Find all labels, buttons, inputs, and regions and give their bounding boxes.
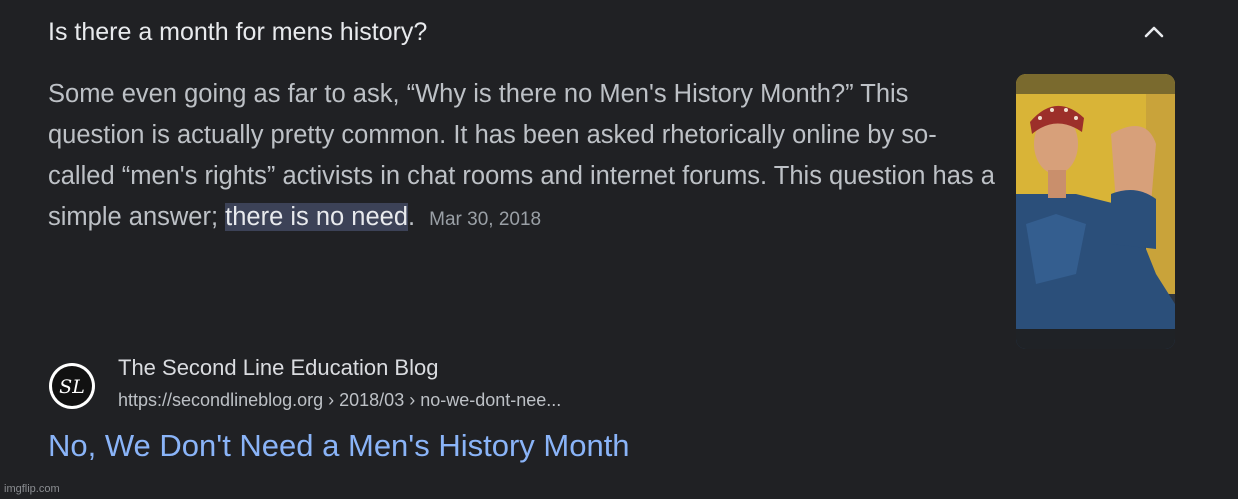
- snippet-date: Mar 30, 2018: [429, 209, 542, 230]
- site-favicon-icon: SL: [49, 363, 95, 409]
- favicon-monogram: SL: [59, 376, 85, 398]
- site-url-breadcrumb[interactable]: https://secondlineblog.org › 2018/03 › n…: [118, 388, 561, 412]
- highlighted-answer: there is no need: [225, 203, 409, 231]
- result-title-link[interactable]: No, We Don't Need a Men's History Month: [48, 426, 630, 466]
- watermark: imgflip.com: [4, 483, 60, 495]
- rosie-mural-image: [1016, 74, 1175, 349]
- site-name[interactable]: The Second Line Education Blog: [118, 354, 438, 382]
- collapse-button[interactable]: [1140, 20, 1168, 44]
- chevron-up-icon: [1144, 26, 1164, 38]
- question-title[interactable]: Is there a month for mens history?: [48, 14, 427, 50]
- snippet-period: .: [408, 203, 416, 231]
- answer-snippet: Some even going as far to ask, “Why is t…: [48, 74, 998, 240]
- result-thumbnail[interactable]: [1016, 74, 1175, 349]
